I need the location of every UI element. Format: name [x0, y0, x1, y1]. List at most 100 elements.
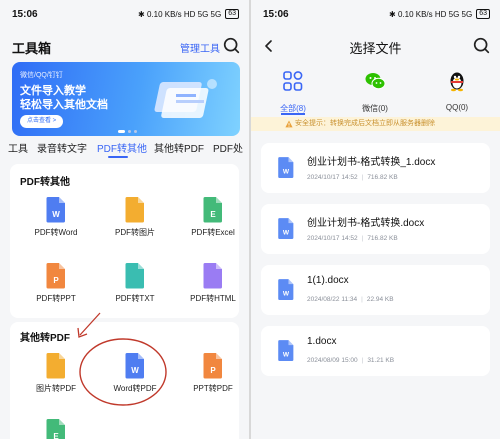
svg-text:E: E: [210, 210, 216, 219]
file-size: 22.94 KB: [366, 296, 394, 303]
manage-tools-link[interactable]: 管理工具: [180, 40, 220, 55]
file-list-item[interactable]: W 1(1).docx 2024/08/22 11:34 | 22.94 KB: [261, 265, 490, 315]
file-date: 2024/08/09 15:00: [307, 357, 358, 364]
svg-text:W: W: [131, 366, 139, 375]
grid-icon: [283, 71, 303, 91]
toolbox-screen: 15:06 ✱ 0.10 KB/s HD 5G 5G 63 工具箱 管理工具 微…: [0, 0, 249, 439]
file-list-item[interactable]: W 创业计划书-格式转换_1.docx 2024/10/17 14:52 | 716…: [261, 143, 490, 193]
word-file-icon: W: [277, 277, 295, 301]
banner-subtitle: 微信/QQ/钉钉: [20, 72, 63, 79]
tool-item[interactable]: PDF转TXT: [97, 261, 173, 304]
tool-label: PDF转Excel: [191, 228, 235, 237]
svg-text:W: W: [283, 352, 290, 359]
wechat-icon: [365, 73, 386, 90]
tool-label: PPT转PDF: [193, 384, 233, 393]
svg-text:E: E: [53, 432, 59, 439]
svg-text:W: W: [283, 291, 290, 298]
status-time: 15:06: [263, 9, 289, 20]
file-name: 1(1).docx: [307, 275, 349, 286]
category-label: 微信(0): [362, 104, 388, 113]
file-name: 创业计划书-格式转换.docx: [307, 218, 425, 229]
tool-label: PDF转PPT: [36, 294, 76, 303]
word-file-icon: W: [277, 216, 295, 240]
battery-icon: 63: [225, 9, 239, 19]
file-type-icon: P: [45, 261, 67, 289]
warning-icon: [285, 120, 293, 128]
svg-text:W: W: [52, 210, 60, 219]
status-icons: ✱ 0.10 KB/s HD 5G 5G 63: [138, 9, 239, 19]
tab-pdf-to-other[interactable]: PDF转其他: [97, 140, 147, 155]
category-underline: [281, 113, 305, 115]
search-icon[interactable]: [223, 37, 240, 54]
file-list-item[interactable]: W 创业计划书-格式转换.docx 2024/10/17 14:52 | 716.8…: [261, 204, 490, 254]
tool-label: PDF转图片: [115, 228, 155, 237]
file-type-icon: E: [202, 195, 224, 223]
page-title: 工具箱: [12, 41, 52, 56]
tool-item[interactable]: P PPT转PDF: [175, 351, 249, 394]
section-title: 其他转PDF: [20, 333, 70, 344]
file-size: 31.21 KB: [367, 357, 395, 364]
file-name: 创业计划书-格式转换_1.docx: [307, 157, 436, 168]
qq-penguin-icon: [450, 72, 464, 92]
file-date: 2024/10/17 14:52: [307, 174, 358, 181]
tab-underline: [108, 156, 128, 158]
file-date: 2024/10/17 14:52: [307, 235, 358, 242]
tab-tools[interactable]: 工具: [8, 140, 28, 155]
search-icon[interactable]: [473, 37, 490, 54]
banner-headline-2: 轻松导入其他文档: [20, 99, 108, 111]
file-meta: 2024/10/17 14:52 | 716.82 KB: [307, 235, 398, 242]
tab-voice-to-text[interactable]: 录音转文字: [37, 140, 87, 155]
banner-illustration-icon: [154, 79, 217, 118]
word-file-icon: W: [277, 155, 295, 179]
file-type-icon: E: [45, 417, 67, 439]
tool-item[interactable]: 图片转PDF: [18, 351, 94, 394]
security-notice: 安全提示：转换完成后文档立即从服务器删除: [251, 117, 500, 131]
select-file-screen: 15:06 ✱ 0.10 KB/s HD 5G 5G 63 选择文件 全部(8)…: [251, 0, 500, 439]
status-time: 15:06: [12, 9, 38, 20]
tool-label: PDF转Word: [34, 228, 78, 237]
file-type-icon: P: [202, 351, 224, 379]
word-file-icon: W: [277, 338, 295, 362]
tool-item[interactable]: P PDF转PPT: [18, 261, 94, 304]
file-type-icon: [45, 351, 67, 379]
battery-icon: 63: [476, 9, 490, 19]
svg-text:P: P: [53, 276, 59, 285]
file-type-icon: W: [45, 195, 67, 223]
promo-banner[interactable]: 微信/QQ/钉钉 文件导入教学 轻松导入其他文档 点击查看 >: [12, 62, 240, 136]
tool-item[interactable]: W Word转PDF: [97, 351, 173, 394]
category-label: QQ(0): [445, 103, 469, 112]
file-type-icon: W: [124, 351, 146, 379]
file-meta: 2024/08/22 11:34 | 22.94 KB: [307, 296, 394, 303]
tool-label: Word转PDF: [113, 384, 157, 393]
category-qq[interactable]: QQ(0): [422, 70, 492, 112]
file-type-icon: [124, 261, 146, 289]
svg-text:P: P: [210, 366, 216, 375]
status-bar: 15:06 ✱ 0.10 KB/s HD 5G 5G 63: [251, 0, 500, 28]
file-size: 716.82 KB: [367, 174, 398, 181]
svg-text:W: W: [283, 169, 290, 176]
file-list-item[interactable]: W 1.docx 2024/08/09 15:00 | 31.21 KB: [261, 326, 490, 376]
file-type-icon: [124, 195, 146, 223]
section-title: PDF转其他: [20, 177, 70, 188]
banner-view-button[interactable]: 点击查看 >: [20, 115, 64, 128]
status-bar: 15:06 ✱ 0.10 KB/s HD 5G 5G 63: [0, 0, 249, 28]
file-name: 1.docx: [307, 336, 337, 347]
tool-label: PDF转TXT: [115, 294, 155, 303]
tab-pdf-process[interactable]: PDF处: [213, 140, 243, 155]
file-date: 2024/08/22 11:34: [307, 296, 358, 303]
tool-item[interactable]: PDF转HTML: [175, 261, 249, 304]
svg-text:W: W: [283, 230, 290, 237]
category-wechat[interactable]: 微信(0): [340, 70, 410, 114]
tool-label: PDF转HTML: [190, 294, 236, 303]
banner-pager: [118, 130, 137, 133]
page-title: 选择文件: [349, 41, 402, 56]
file-size: 716.82 KB: [367, 235, 398, 242]
category-all[interactable]: 全部(8): [258, 70, 328, 114]
file-meta: 2024/08/09 15:00 | 31.21 KB: [307, 357, 395, 364]
tab-other-to-pdf[interactable]: 其他转PDF: [154, 140, 204, 155]
tool-item[interactable]: E: [18, 417, 94, 439]
tool-item[interactable]: E PDF转Excel: [175, 195, 249, 238]
tool-item[interactable]: PDF转图片: [97, 195, 173, 238]
tool-item[interactable]: W PDF转Word: [18, 195, 94, 238]
status-icons: ✱ 0.10 KB/s HD 5G 5G 63: [389, 9, 490, 19]
